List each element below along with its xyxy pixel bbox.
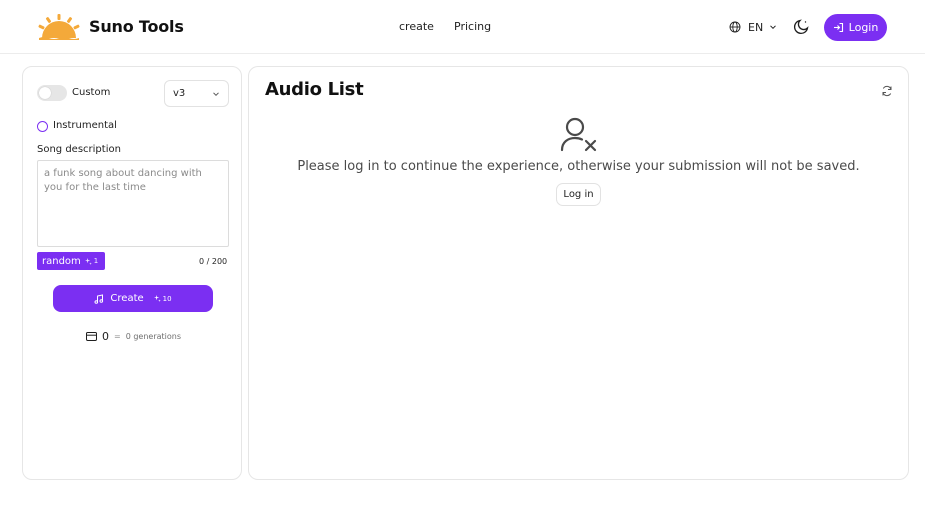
credits-summary: 0 = 0 generations [86, 329, 181, 343]
chevron-down-icon [770, 25, 777, 30]
random-cost-value: 1 [93, 257, 99, 265]
random-cost: 1 [84, 257, 99, 265]
log-in-button[interactable]: Log in [556, 183, 601, 206]
refresh-icon[interactable] [881, 85, 893, 97]
audio-list-title: Audio List [265, 79, 364, 100]
credits-equals: = [114, 331, 121, 341]
music-note-icon [94, 293, 104, 304]
generation-form-panel: Custom v3 Instrumental Song description … [22, 66, 242, 480]
create-cost-value: 10 [162, 294, 172, 303]
credits-value: 0 [102, 329, 109, 343]
custom-mode-label: Custom [72, 87, 111, 98]
model-version-value: v3 [173, 88, 186, 99]
custom-mode-toggle[interactable] [37, 85, 67, 101]
nav-create-link[interactable]: create [399, 20, 434, 33]
create-button[interactable]: Create 10 [53, 285, 213, 312]
chevron-down-icon [213, 91, 219, 96]
login-required-message: Please log in to continue the experience… [297, 159, 860, 174]
song-description-label: Song description [37, 144, 121, 155]
user-x-icon [560, 117, 597, 152]
login-button-label: Login [848, 21, 879, 34]
login-button[interactable]: Login [824, 14, 887, 41]
create-button-label: Create [110, 293, 144, 304]
login-icon [833, 22, 843, 33]
nav-pricing-link[interactable]: Pricing [454, 20, 491, 33]
globe-icon [729, 21, 741, 33]
credit-card-icon [86, 331, 97, 341]
toggle-knob [39, 87, 51, 99]
top-header: Suno Tools create Pricing EN Login [0, 0, 925, 54]
instrumental-radio[interactable] [37, 121, 48, 132]
random-button[interactable]: random 1 [37, 252, 105, 270]
generations-count: 0 generations [125, 331, 182, 341]
character-count: 0 / 200 [199, 257, 228, 266]
language-selector[interactable]: EN [729, 19, 777, 35]
instrumental-label: Instrumental [53, 120, 117, 131]
create-cost: 10 [153, 294, 172, 303]
audio-list-panel: Audio List Please log in to continue the… [248, 66, 909, 480]
brand-name[interactable]: Suno Tools [89, 17, 184, 36]
sparkle-icon [84, 257, 92, 265]
random-button-label: random [42, 255, 81, 267]
moon-icon[interactable] [793, 19, 809, 35]
model-version-select[interactable]: v3 [164, 80, 229, 107]
sparkle-icon [153, 295, 161, 302]
language-label: EN [748, 20, 764, 34]
song-description-input[interactable]: a funk song about dancing with you for t… [37, 160, 229, 247]
sun-logo-icon[interactable] [38, 14, 80, 40]
